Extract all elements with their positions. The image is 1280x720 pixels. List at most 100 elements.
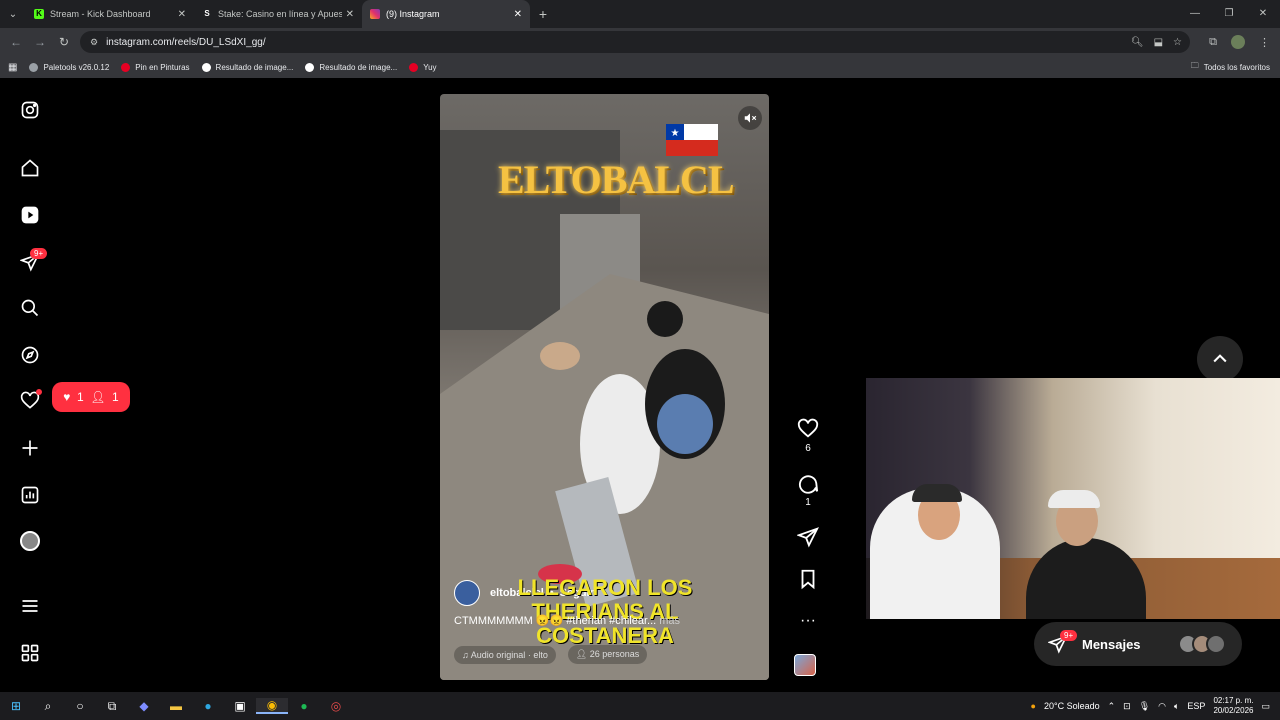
volume-icon[interactable]: 🔈︎ bbox=[1174, 701, 1179, 712]
share-icon bbox=[796, 527, 819, 548]
reload-icon[interactable]: ↻ bbox=[52, 35, 76, 49]
home-icon[interactable] bbox=[18, 156, 42, 180]
restore-icon[interactable]: ❐ bbox=[1212, 0, 1246, 28]
follows-count: 1 bbox=[112, 390, 119, 404]
zoom-icon[interactable]: 🔍︎ bbox=[1131, 37, 1144, 48]
tab-stake[interactable]: S Stake: Casino en línea y Apuest ✕ bbox=[194, 0, 362, 28]
extensions-icon[interactable]: ⧉ bbox=[1209, 36, 1217, 49]
tab-instagram[interactable]: (9) Instagram ✕ bbox=[362, 0, 530, 28]
bookmark-label: Paletools v26.0.12 bbox=[43, 62, 110, 72]
edge-icon[interactable]: ● bbox=[192, 699, 224, 713]
heart-icon bbox=[797, 418, 819, 438]
likes-count: 6 bbox=[805, 443, 811, 454]
messages-bar[interactable]: 9+ Mensajes bbox=[1034, 622, 1242, 666]
audio-row: ♫ Audio original · elto 👤︎ 26 personas bbox=[454, 645, 648, 664]
instagram-sidebar: 9+ bbox=[0, 78, 60, 692]
chevron-up-icon bbox=[1213, 354, 1227, 363]
share-button[interactable] bbox=[793, 526, 823, 551]
tab-search-icon[interactable]: ⌄ bbox=[0, 0, 26, 28]
obs-icon[interactable]: ◎ bbox=[320, 699, 352, 713]
bookmark-resultado-2[interactable]: Resultado de image... bbox=[305, 62, 398, 72]
toolbar-right: ⧉ ⋮ bbox=[1209, 28, 1270, 56]
profile-avatar[interactable] bbox=[18, 529, 42, 553]
address-bar[interactable]: ⚙ instagram.com/reels/DU_LSdXI_gg/ 🔍︎ ⬓ … bbox=[80, 31, 1190, 53]
instagram-logo-icon[interactable] bbox=[18, 98, 42, 122]
tray-chevron-icon[interactable]: ⌃ bbox=[1108, 701, 1116, 712]
likes-count: 1 bbox=[76, 390, 84, 404]
forward-icon[interactable]: → bbox=[28, 35, 52, 49]
menu-icon[interactable]: ⋮ bbox=[1259, 36, 1270, 49]
bookmark-resultado-1[interactable]: Resultado de image... bbox=[201, 62, 294, 72]
mute-icon[interactable] bbox=[738, 106, 762, 130]
audio-chip[interactable]: ♫ Audio original · elto bbox=[454, 645, 556, 664]
author-avatar[interactable] bbox=[454, 580, 480, 606]
notification-center-icon[interactable]: ▭ bbox=[1261, 701, 1270, 712]
bookmark-label: Resultado de image... bbox=[319, 62, 398, 72]
profile-avatar[interactable] bbox=[1231, 35, 1245, 49]
back-icon[interactable]: ← bbox=[4, 35, 28, 49]
like-button[interactable]: 6 bbox=[793, 418, 823, 454]
reel-video[interactable]: ★ ELTOBALCL eltobalclcl • Seguir LLEGARO… bbox=[440, 94, 769, 680]
url-text: instagram.com/reels/DU_LSdXI_gg/ bbox=[106, 36, 266, 48]
spotify-icon[interactable]: ● bbox=[288, 699, 320, 713]
save-button[interactable] bbox=[793, 568, 823, 593]
create-icon[interactable] bbox=[18, 436, 42, 460]
dashboard-icon[interactable] bbox=[18, 483, 42, 507]
bookmark-icon bbox=[801, 569, 815, 590]
person-icon: 👤︎ bbox=[90, 390, 106, 404]
reel-description[interactable]: CTMMMMMMM 😠😠 #therian #chilear... más bbox=[454, 614, 680, 627]
tab-title: Stake: Casino en línea y Apuest bbox=[218, 9, 342, 19]
clock[interactable]: 02:17 p. m. 20/02/2026 bbox=[1213, 696, 1253, 716]
cortana-icon[interactable]: ○ bbox=[64, 699, 96, 713]
site-info-icon[interactable]: ⚙ bbox=[90, 37, 98, 48]
explore-icon[interactable] bbox=[18, 343, 42, 367]
google-icon bbox=[201, 62, 211, 72]
all-bookmarks[interactable]: 🗀 Todos los favoritos bbox=[1191, 56, 1270, 78]
bookmark-pinturas[interactable]: Pin en Pinturas bbox=[121, 62, 190, 72]
start-icon[interactable]: ⊞ bbox=[0, 699, 32, 713]
star-icon[interactable]: ☆ bbox=[1173, 37, 1182, 48]
bookmark-label: Resultado de image... bbox=[215, 62, 294, 72]
notifications-heart-icon[interactable] bbox=[18, 389, 42, 413]
store-icon[interactable]: ▣ bbox=[224, 699, 256, 713]
search-icon[interactable]: ⌕ bbox=[32, 699, 64, 714]
close-tab-icon[interactable]: ✕ bbox=[514, 9, 522, 20]
audio-thumbnail[interactable] bbox=[794, 654, 816, 676]
weather-text[interactable]: 20°C Soleado bbox=[1044, 701, 1100, 711]
install-icon[interactable]: ⬓ bbox=[1154, 37, 1163, 48]
pinterest-icon bbox=[121, 62, 131, 72]
wifi-icon[interactable]: ◠ bbox=[1158, 701, 1166, 712]
task-view-icon[interactable]: ⧉ bbox=[96, 699, 128, 714]
bookmark-yuy[interactable]: Yuy bbox=[409, 62, 437, 72]
reels-icon[interactable] bbox=[18, 203, 42, 227]
bookmark-label: Yuy bbox=[423, 62, 437, 72]
search-icon[interactable] bbox=[18, 296, 42, 320]
new-tab-button[interactable]: + bbox=[530, 6, 556, 22]
minimize-icon[interactable]: — bbox=[1178, 0, 1212, 28]
bookmark-paletools[interactable]: Paletools v26.0.12 bbox=[29, 62, 110, 72]
more-link[interactable]: más bbox=[659, 615, 680, 627]
more-menu-icon[interactable] bbox=[18, 594, 42, 618]
also-from-meta-icon[interactable] bbox=[18, 641, 42, 665]
tab-kick[interactable]: K Stream - Kick Dashboard ✕ bbox=[26, 0, 194, 28]
scroll-up-button[interactable] bbox=[1197, 336, 1243, 382]
comment-button[interactable]: 1 bbox=[793, 472, 823, 508]
google-icon bbox=[305, 62, 315, 72]
more-options-icon[interactable]: ··· bbox=[793, 612, 823, 630]
people-chip[interactable]: 👤︎ 26 personas bbox=[567, 645, 648, 664]
audio-author: elto bbox=[533, 649, 548, 660]
chrome-icon[interactable]: ◉ bbox=[256, 698, 288, 714]
music-note-icon: ♫ bbox=[462, 649, 471, 660]
address-bar-actions: 🔍︎ ⬓ ☆ bbox=[1131, 31, 1182, 53]
copilot-icon[interactable]: ◆ bbox=[128, 699, 160, 713]
language-indicator[interactable]: ESP bbox=[1187, 701, 1205, 711]
apps-icon[interactable]: ▦ bbox=[8, 62, 17, 73]
file-explorer-icon[interactable]: ▬ bbox=[160, 699, 192, 713]
close-window-icon[interactable]: ✕ bbox=[1246, 0, 1280, 28]
close-tab-icon[interactable]: ✕ bbox=[178, 9, 186, 20]
activity-notification-pill[interactable]: ♥ 1 👤︎ 1 bbox=[52, 382, 130, 412]
close-tab-icon[interactable]: ✕ bbox=[346, 9, 354, 20]
comments-count: 1 bbox=[805, 497, 811, 508]
mic-icon[interactable]: 🎙︎ bbox=[1139, 701, 1150, 712]
network-icon[interactable]: ⊡ bbox=[1123, 701, 1131, 712]
